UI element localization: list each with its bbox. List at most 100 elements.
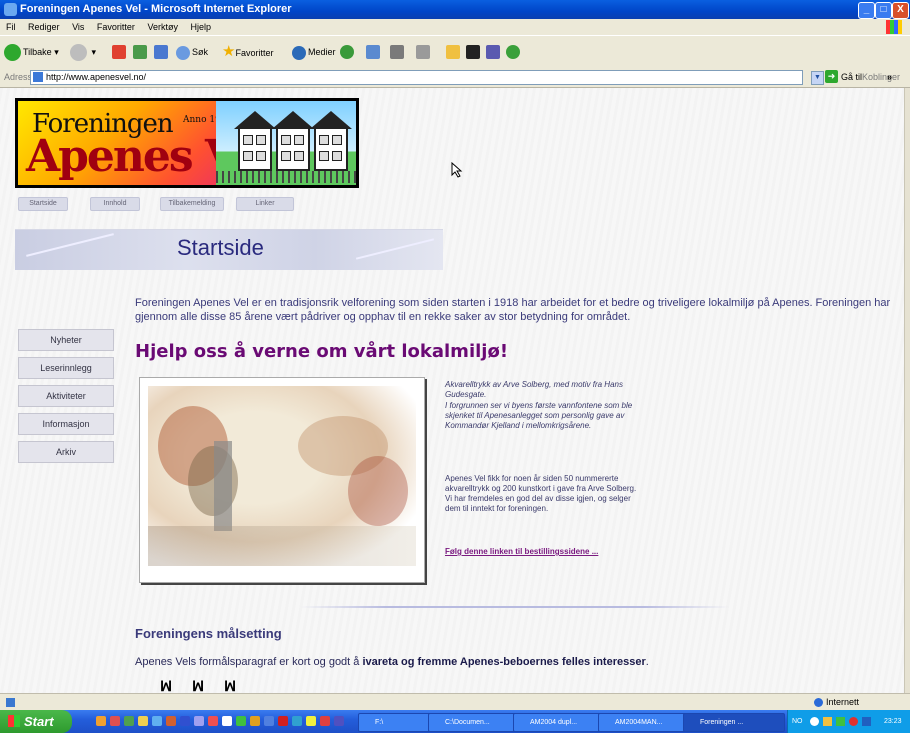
tray-icon[interactable]: [823, 717, 832, 726]
nav-innhold[interactable]: Innhold: [90, 197, 140, 211]
quicklaunch-icon[interactable]: [264, 716, 274, 726]
quicklaunch-icon[interactable]: [180, 716, 190, 726]
history-icon[interactable]: [340, 45, 354, 59]
media-button[interactable]: Medier: [292, 42, 336, 62]
quicklaunch-icon[interactable]: [334, 716, 344, 726]
address-url: http://www.apenesvel.no/: [46, 72, 147, 82]
quicklaunch-icon[interactable]: [208, 716, 218, 726]
toolbar: Tilbake ▾ ▾ Søk ★Favoritter Medier: [0, 35, 910, 69]
menu-help[interactable]: Hjelp: [190, 22, 211, 32]
close-button[interactable]: X: [892, 2, 909, 19]
quicklaunch-icon[interactable]: [250, 716, 260, 726]
mail-icon[interactable]: [366, 45, 380, 59]
edit-icon[interactable]: [416, 45, 430, 59]
task-f-drive[interactable]: F:\: [358, 713, 438, 732]
addon-icon[interactable]: [506, 45, 520, 59]
picture-caption: Akvarelltrykk av Arve Solberg, med motiv…: [445, 380, 623, 399]
start-button[interactable]: Start: [0, 710, 72, 733]
house-icon: [272, 111, 314, 171]
links-label[interactable]: Koblinger: [862, 67, 900, 87]
task-am2004-dupl[interactable]: AM2004 dupl...: [513, 713, 611, 732]
house-icon: [310, 111, 352, 171]
start-label: Start: [24, 714, 54, 729]
quicklaunch-icon[interactable]: [222, 716, 232, 726]
search-button[interactable]: Søk: [176, 42, 208, 62]
links-more[interactable]: »: [887, 67, 892, 87]
quicklaunch-icon[interactable]: [278, 716, 288, 726]
status-page-icon: [6, 698, 15, 707]
nav-linker[interactable]: Linker: [236, 197, 294, 211]
side-menu-aktiviteter[interactable]: Aktiviteter: [18, 385, 114, 407]
side-menu-leserinnlegg[interactable]: Leserinnlegg: [18, 357, 114, 379]
quicklaunch-icon[interactable]: [292, 716, 302, 726]
stop-icon[interactable]: [112, 45, 126, 59]
tray-clock[interactable]: 23:23: [884, 710, 902, 733]
quicklaunch-icon[interactable]: [152, 716, 162, 726]
quicklaunch-icon[interactable]: [320, 716, 330, 726]
goal-text-end: .: [645, 656, 649, 668]
menu-tools[interactable]: Verktøy: [147, 22, 178, 32]
quicklaunch-icon[interactable]: [96, 716, 106, 726]
status-zone: Internett: [814, 694, 859, 711]
task-foreningen[interactable]: Foreningen ...: [683, 713, 785, 732]
maximize-button[interactable]: □: [875, 2, 892, 19]
menu-view[interactable]: Vis: [72, 22, 84, 32]
banner-title: Startside: [177, 235, 264, 260]
picture-caption-detail: I forgrunnen ser vi byens første vannfon…: [445, 401, 633, 430]
tray-language[interactable]: NO: [792, 710, 803, 733]
home-icon[interactable]: [154, 45, 168, 59]
menu-favorites[interactable]: Favoritter: [97, 22, 135, 32]
site-logo[interactable]: Foreningen Apenes Vel Anno 1918: [15, 98, 359, 188]
print-icon[interactable]: [390, 45, 404, 59]
ie-app-icon: [4, 3, 17, 16]
forward-button[interactable]: ▾: [70, 42, 96, 62]
side-menu-informasjon[interactable]: Informasjon: [18, 413, 114, 435]
goal-heading: Foreningens målsetting: [135, 626, 282, 641]
logo-fence: [216, 171, 356, 183]
side-menu-arkiv[interactable]: Arkiv: [18, 441, 114, 463]
tray-icon[interactable]: [849, 717, 858, 726]
intro-text: Foreningen Apenes Vel er en tradisjonsri…: [135, 297, 891, 323]
minimize-button[interactable]: _: [858, 2, 875, 19]
tray-icon[interactable]: [836, 717, 845, 726]
status-bar: Internett: [0, 693, 910, 711]
goal-text: Apenes Vels formålsparagraf er kort og g…: [135, 656, 649, 668]
go-arrow-icon[interactable]: ➜: [825, 70, 838, 83]
window-title: Foreningen Apenes Vel - Microsoft Intern…: [20, 3, 292, 15]
watercolor-picture: [139, 377, 425, 583]
quicklaunch-icon[interactable]: [306, 716, 316, 726]
favorites-button[interactable]: ★Favoritter: [222, 42, 273, 62]
folder-icon[interactable]: [446, 45, 460, 59]
address-input[interactable]: http://www.apenesvel.no/: [30, 70, 803, 85]
quicklaunch-icon[interactable]: [236, 716, 246, 726]
menu-file[interactable]: Fil: [6, 22, 16, 32]
back-label: Tilbake: [23, 47, 52, 57]
vertical-scrollbar[interactable]: [904, 88, 910, 693]
research-icon[interactable]: [486, 45, 500, 59]
back-button[interactable]: Tilbake ▾: [4, 42, 59, 62]
side-menu-nyheter[interactable]: Nyheter: [18, 329, 114, 351]
print-note: Apenes Vel fikk for noen år siden 50 num…: [445, 474, 637, 513]
media-label: Medier: [308, 47, 336, 57]
nav-tilbakemelding[interactable]: Tilbakemelding: [160, 197, 224, 211]
tray-icon[interactable]: [862, 717, 871, 726]
menu-edit[interactable]: Rediger: [28, 22, 60, 32]
order-link[interactable]: Følg denne linken til bestillingssidene …: [445, 547, 598, 556]
task-am2004man[interactable]: AM2004MAN...: [598, 713, 696, 732]
windows-logo-icon: [886, 20, 902, 34]
menu-bar: Fil Rediger Vis Favoritter Verktøy Hjelp: [0, 19, 910, 35]
nav-startside[interactable]: Startside: [18, 197, 68, 211]
window-title-bar[interactable]: Foreningen Apenes Vel - Microsoft Intern…: [0, 0, 910, 19]
address-dropdown-icon[interactable]: ▼: [811, 71, 824, 85]
go-button[interactable]: Gå til: [841, 67, 862, 87]
quicklaunch-icon[interactable]: [110, 716, 120, 726]
messenger-icon[interactable]: [466, 45, 480, 59]
quicklaunch-icon[interactable]: [166, 716, 176, 726]
quicklaunch-icon[interactable]: [138, 716, 148, 726]
globe-icon: [814, 698, 823, 708]
task-documents[interactable]: C:\Documen...: [428, 713, 526, 732]
quicklaunch-icon[interactable]: [124, 716, 134, 726]
tray-icon[interactable]: [810, 717, 819, 726]
quicklaunch-icon[interactable]: [194, 716, 204, 726]
refresh-icon[interactable]: [133, 45, 147, 59]
